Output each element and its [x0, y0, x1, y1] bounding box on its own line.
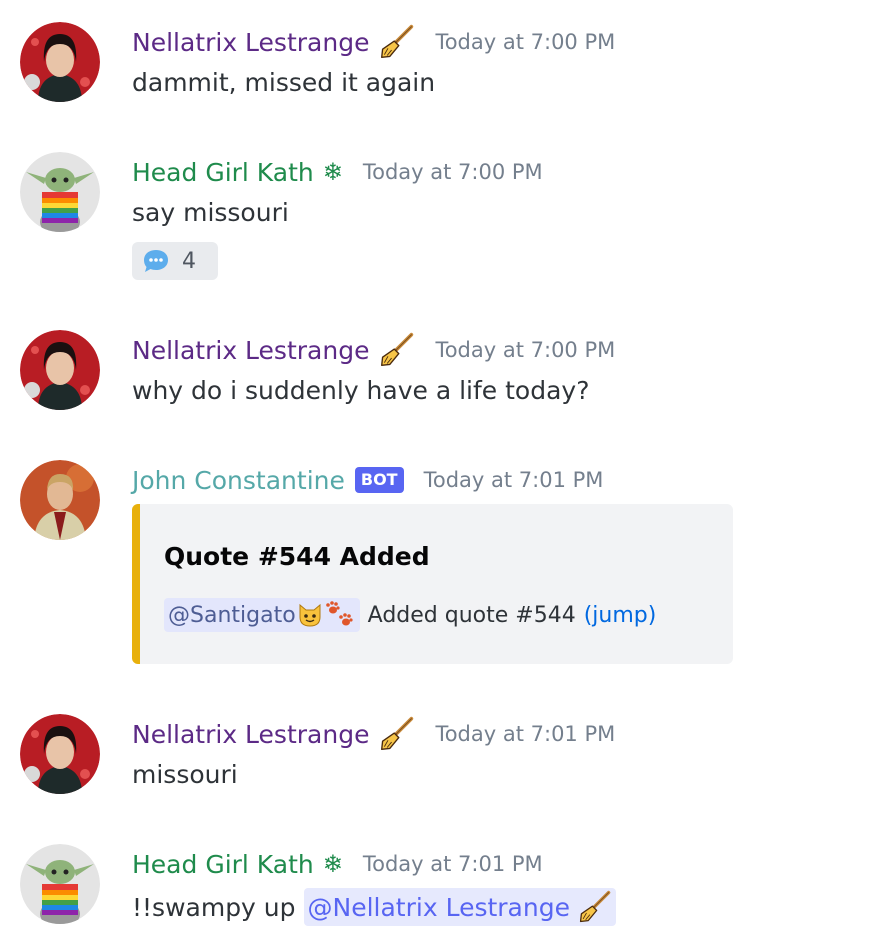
broom-icon [578, 890, 612, 924]
username[interactable]: Head Girl Kath [132, 850, 314, 879]
timestamp: Today at 7:00 PM [435, 338, 616, 362]
username[interactable]: Nellatrix Lestrange [132, 28, 369, 57]
mention-label: @Nellatrix Lestrange [307, 892, 570, 922]
broom-icon [379, 716, 415, 752]
speech-bubble-icon [144, 250, 168, 272]
avatar-kath[interactable] [20, 152, 100, 232]
user-mention[interactable]: @Santigato [164, 598, 360, 632]
jump-link[interactable]: (jump) [584, 603, 657, 628]
timestamp: Today at 7:01 PM [435, 722, 616, 746]
cat-face-icon [299, 603, 321, 627]
avatar-nellatrix[interactable] [20, 714, 100, 794]
reaction-button[interactable]: 4 [132, 242, 218, 280]
message-text: missouri [132, 760, 238, 789]
snowflake-icon: ❄ [322, 850, 343, 878]
embed-description-text: Added quote #544 [367, 602, 576, 628]
message-text: why do i suddenly have a life today? [132, 376, 590, 405]
reaction-count: 4 [182, 248, 196, 274]
broom-icon [379, 332, 415, 368]
embed-title: Quote #544 Added [164, 542, 430, 571]
username[interactable]: Nellatrix Lestrange [132, 720, 369, 749]
timestamp: Today at 7:00 PM [362, 160, 543, 184]
timestamp: Today at 7:01 PM [362, 852, 543, 876]
message-content: !!swampy up @Nellatrix Lestrange [132, 888, 616, 926]
mention-label: @Santigato [168, 602, 296, 628]
username[interactable]: Head Girl Kath [132, 158, 314, 187]
avatar-kath[interactable] [20, 844, 100, 924]
embed-description: @Santigato Added quote #544 (jump) [164, 598, 656, 632]
username[interactable]: John Constantine [132, 466, 345, 495]
message-text: !!swampy up [132, 892, 296, 922]
avatar-nellatrix[interactable] [20, 330, 100, 410]
quote-embed: Quote #544 Added @Santigato Added quote … [132, 504, 733, 664]
avatar-john-constantine[interactable] [20, 460, 100, 540]
username[interactable]: Nellatrix Lestrange [132, 336, 369, 365]
bot-badge: BOT [354, 467, 404, 493]
snowflake-icon: ❄ [322, 158, 343, 186]
user-mention[interactable]: @Nellatrix Lestrange [303, 888, 616, 926]
timestamp: Today at 7:01 PM [423, 468, 604, 492]
timestamp: Today at 7:00 PM [435, 30, 616, 54]
message-text: say missouri [132, 198, 289, 227]
message-text: dammit, missed it again [132, 68, 436, 97]
broom-icon [379, 24, 415, 60]
avatar-nellatrix[interactable] [20, 22, 100, 102]
paw-prints-icon [325, 601, 353, 626]
